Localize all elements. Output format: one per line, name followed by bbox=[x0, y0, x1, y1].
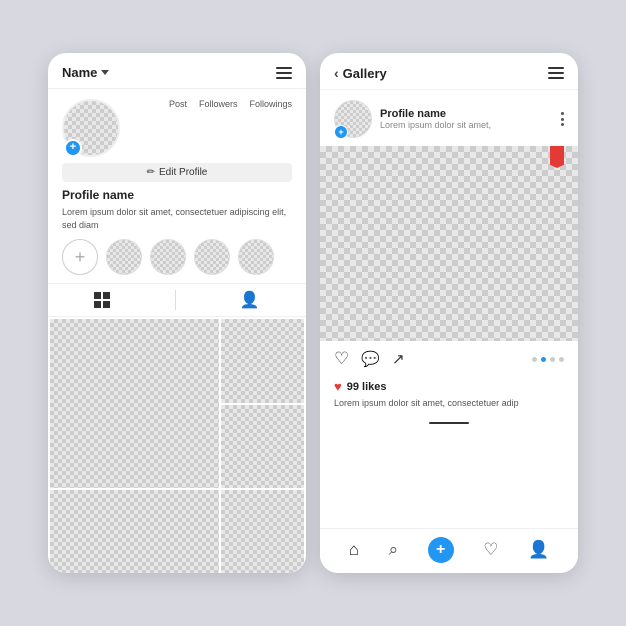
profile-name-header[interactable]: Name bbox=[62, 65, 109, 80]
add-story-button[interactable] bbox=[64, 139, 82, 157]
bookmark-flag-icon[interactable] bbox=[550, 146, 564, 168]
post-image bbox=[320, 146, 578, 341]
right-profile-nav-icon[interactable]: 👤 bbox=[528, 540, 549, 560]
stat-followings: Followings bbox=[249, 99, 292, 109]
right-bottom-nav: ⌂ ⌕ + ♡ 👤 bbox=[320, 528, 578, 573]
view-toggle-bar: 👤 bbox=[48, 283, 306, 317]
right-hamburger-menu-icon[interactable] bbox=[548, 67, 564, 79]
header-name-text: Name bbox=[62, 65, 97, 80]
profile-section: Post Followers Followings ✏ Edit Profile bbox=[48, 89, 306, 231]
three-dots-menu-icon[interactable] bbox=[561, 112, 564, 126]
share-action-icon[interactable]: ↗ bbox=[392, 350, 405, 368]
back-gallery-header[interactable]: ‹ Gallery bbox=[334, 65, 387, 81]
photo-cell-1[interactable] bbox=[221, 319, 304, 402]
stat-followers-label: Followers bbox=[199, 99, 238, 109]
dot-4 bbox=[559, 357, 564, 362]
right-search-nav-icon[interactable]: ⌕ bbox=[389, 540, 399, 560]
likes-row: ♥ 99 likes bbox=[334, 379, 564, 394]
tagged-view-icon[interactable]: 👤 bbox=[240, 290, 260, 310]
right-profile-row: Profile name Lorem ipsum dolor sit amet, bbox=[320, 90, 578, 146]
photo-grid-container bbox=[48, 317, 306, 573]
edit-profile-label: Edit Profile bbox=[159, 167, 207, 178]
hamburger-menu-icon[interactable] bbox=[276, 67, 292, 79]
like-action-icon[interactable]: ♡ bbox=[334, 349, 349, 369]
dot-1 bbox=[532, 357, 537, 362]
photo-grid bbox=[48, 317, 306, 573]
right-profile-display-name: Profile name bbox=[380, 108, 553, 120]
stat-post: Post bbox=[169, 99, 187, 109]
stat-followers: Followers bbox=[199, 99, 238, 109]
gallery-title: Gallery bbox=[343, 66, 387, 81]
chevron-down-icon bbox=[101, 70, 109, 75]
right-profile-info: Profile name Lorem ipsum dolor sit amet, bbox=[380, 108, 553, 130]
likes-section: ♥ 99 likes Lorem ipsum dolor sit amet, c… bbox=[320, 377, 578, 416]
profile-bio: Lorem ipsum dolor sit amet, consectetuer… bbox=[62, 206, 292, 231]
add-story-circle-button[interactable]: + bbox=[62, 239, 98, 275]
heart-filled-icon: ♥ bbox=[334, 379, 342, 394]
photo-cell-large[interactable] bbox=[50, 319, 219, 488]
left-phone: Name Post bbox=[48, 53, 306, 573]
story-circle-3[interactable] bbox=[194, 239, 230, 275]
likes-count: 99 likes bbox=[347, 381, 387, 393]
avatar-wrapper bbox=[62, 99, 120, 157]
right-header: ‹ Gallery bbox=[320, 53, 578, 90]
story-circle-1[interactable] bbox=[106, 239, 142, 275]
right-add-story-button[interactable] bbox=[334, 125, 348, 139]
right-profile-sub: Lorem ipsum dolor sit amet, bbox=[380, 120, 553, 130]
photo-cell-3[interactable] bbox=[221, 405, 304, 488]
dot-3 bbox=[550, 357, 555, 362]
view-divider bbox=[175, 290, 176, 310]
right-heart-nav-icon[interactable]: ♡ bbox=[483, 540, 498, 560]
profile-top: Post Followers Followings bbox=[62, 99, 292, 157]
stat-post-label: Post bbox=[169, 99, 187, 109]
stat-followings-label: Followings bbox=[249, 99, 292, 109]
right-home-nav-icon[interactable]: ⌂ bbox=[349, 540, 359, 560]
pencil-icon: ✏ bbox=[147, 167, 155, 178]
photo-cell-5[interactable] bbox=[50, 490, 219, 573]
stats-row: Post Followers Followings bbox=[130, 99, 292, 109]
grid-view-icon[interactable] bbox=[94, 292, 110, 308]
right-avatar-wrapper bbox=[334, 100, 372, 138]
dot-2 bbox=[541, 357, 546, 362]
story-circle-4[interactable] bbox=[238, 239, 274, 275]
stories-row: + bbox=[48, 239, 306, 283]
right-home-indicator-bar bbox=[429, 422, 469, 425]
story-circle-2[interactable] bbox=[150, 239, 186, 275]
comment-action-icon[interactable]: 💬 bbox=[361, 350, 380, 368]
post-actions-bar: ♡ 💬 ↗ bbox=[320, 341, 578, 377]
right-add-post-button[interactable]: + bbox=[428, 537, 454, 563]
back-arrow-icon: ‹ bbox=[334, 65, 339, 81]
left-header: Name bbox=[48, 53, 306, 89]
edit-profile-button[interactable]: ✏ Edit Profile bbox=[62, 163, 292, 182]
profile-display-name: Profile name bbox=[62, 188, 292, 202]
post-caption: Lorem ipsum dolor sit amet, consectetuer… bbox=[334, 397, 564, 410]
right-phone: ‹ Gallery Profile name Lorem ipsum dolor… bbox=[320, 53, 578, 573]
photo-cell-6[interactable] bbox=[221, 490, 304, 573]
image-dots-indicator bbox=[532, 357, 564, 362]
